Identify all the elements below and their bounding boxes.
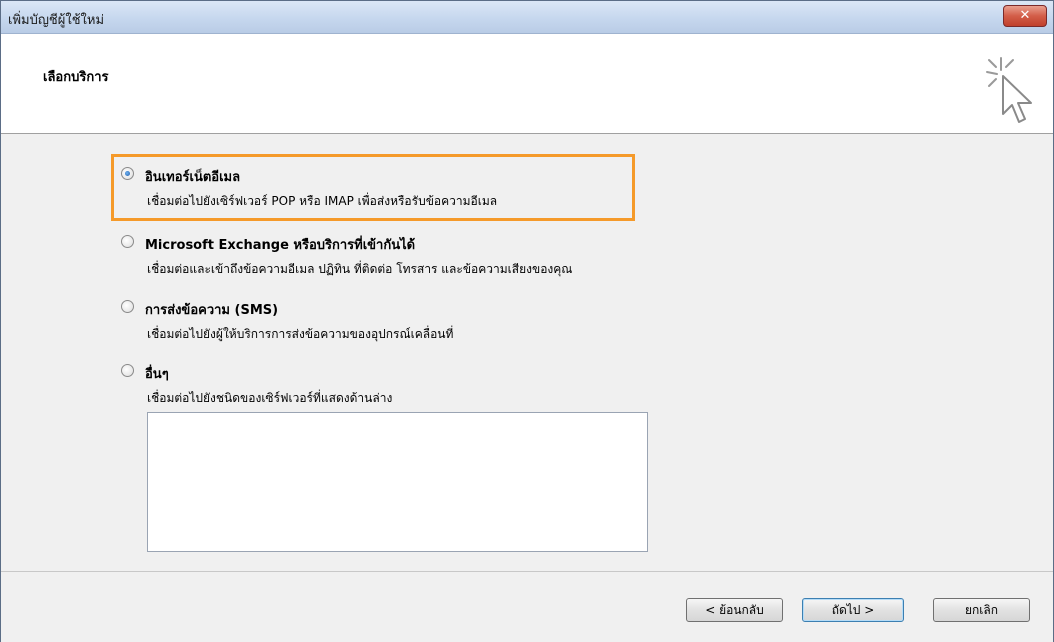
cancel-button[interactable]: ยกเลิก [933,598,1030,622]
option-description: เชื่อมต่อไปยังชนิดของเซิร์ฟเวอร์ที่แสดงด… [147,391,393,405]
radio-other[interactable] [121,364,134,377]
option-label[interactable]: อินเทอร์เน็ตอีเมล [145,166,240,187]
window-title: เพิ่มบัญชีผู้ใช้ใหม่ [8,13,105,28]
option-description: เชื่อมต่อไปยังเซิร์ฟเวอร์ POP หรือ IMAP … [147,194,498,208]
next-button[interactable]: ถัดไป > [802,598,904,622]
title-bar[interactable]: เพิ่มบัญชีผู้ใช้ใหม่ ✕ [1,1,1053,34]
option-label[interactable]: การส่งข้อความ (SMS) [145,299,278,320]
add-account-dialog: เพิ่มบัญชีผู้ใช้ใหม่ ✕ เลือกบริการ อินเท… [0,0,1054,642]
radio-exchange[interactable] [121,235,134,248]
page-title: เลือกบริการ [43,70,109,85]
close-button[interactable]: ✕ [1003,5,1047,27]
option-description: เชื่อมต่อและเข้าถึงข้อความอีเมล ปฏิทิน ท… [147,262,573,276]
wizard-header: เลือกบริการ [1,34,1053,134]
server-type-list[interactable] [147,412,648,552]
back-button[interactable]: < ย้อนกลับ [686,598,783,622]
option-description: เชื่อมต่อไปยังผู้ให้บริการการส่งข้อความข… [147,327,454,341]
radio-internet-email[interactable] [121,167,134,180]
radio-sms[interactable] [121,300,134,313]
option-label[interactable]: Microsoft Exchange หรือบริการที่เข้ากันไ… [145,234,415,255]
close-icon: ✕ [1019,8,1031,23]
wizard-footer: < ย้อนกลับ ถัดไป > ยกเลิก [1,571,1053,642]
wizard-cursor-icon [986,57,1032,123]
service-selection-panel: อินเทอร์เน็ตอีเมล เชื่อมต่อไปยังเซิร์ฟเว… [1,134,1053,571]
option-label[interactable]: อื่นๆ [145,363,169,384]
